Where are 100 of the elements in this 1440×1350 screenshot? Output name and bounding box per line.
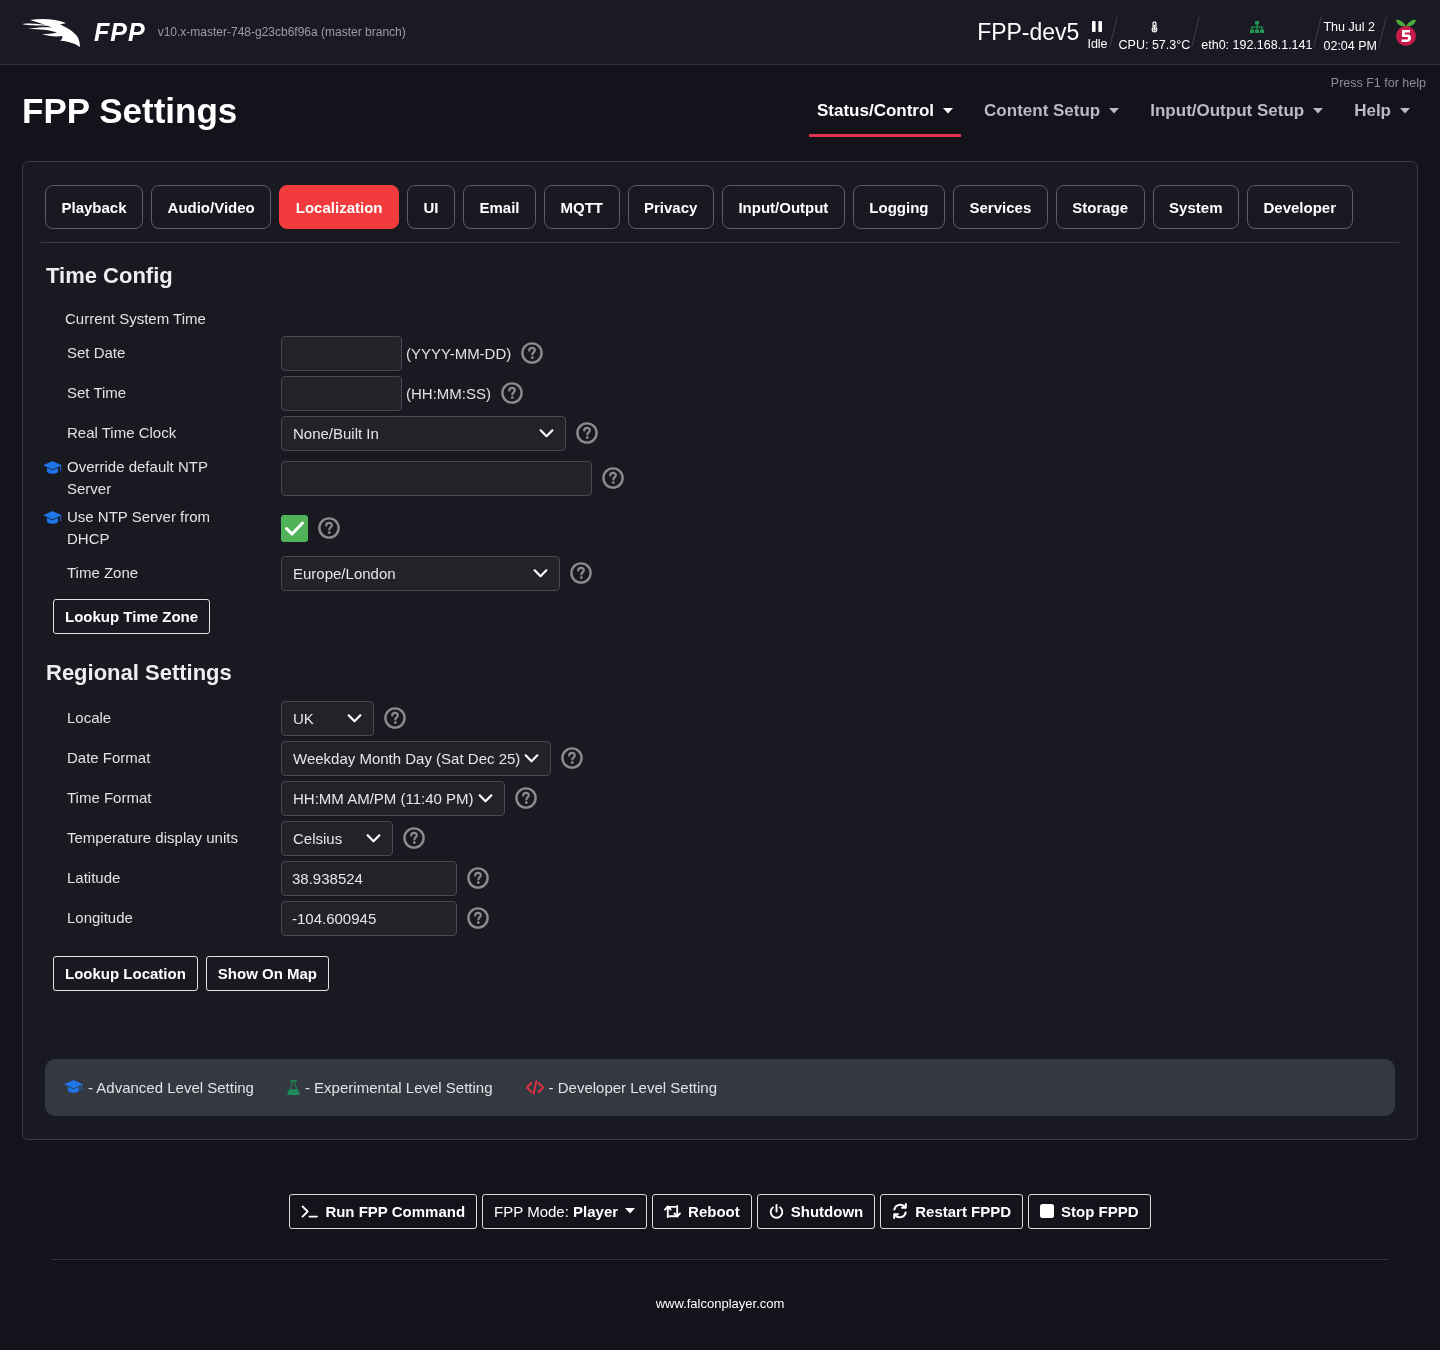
caret-icon: [1313, 108, 1324, 114]
network-icon: [1249, 20, 1264, 33]
chevron-down-icon: [539, 428, 554, 438]
tab[interactable]: Audio/Video: [151, 185, 272, 229]
status-text: eth0: 192.168.1.141: [1201, 37, 1313, 53]
format-hint: (YYYY-MM-DD): [406, 344, 512, 362]
help-icon[interactable]: [501, 382, 523, 404]
legend-text: - Advanced Level Setting: [88, 1078, 254, 1096]
chevron-down-icon: [366, 833, 381, 843]
field-label: Longitude: [67, 907, 134, 928]
help-icon[interactable]: [467, 907, 489, 929]
chevron-down-icon: [477, 793, 493, 803]
control-button[interactable]: Reboot: [652, 1193, 752, 1229]
status-text: Thu Jul 2: [1323, 19, 1375, 35]
field-label: Override default NTP Server: [67, 456, 209, 499]
tab[interactable]: Email: [462, 185, 536, 229]
select-field[interactable]: None/Built In: [281, 415, 566, 451]
field-label: Temperature display units: [67, 827, 239, 848]
input-field[interactable]: [281, 335, 402, 371]
control-button[interactable]: Run FPP Command: [289, 1193, 478, 1229]
input-field[interactable]: [281, 460, 592, 496]
tab[interactable]: System: [1152, 185, 1239, 229]
field-label: Set Time: [67, 382, 128, 403]
section-title: Time Config: [46, 263, 174, 289]
field-label: Locale: [67, 707, 113, 728]
version-text: v10.x-master-748-g23cb6f96a (master branch): [157, 25, 406, 39]
nav-menu[interactable]: Help: [1346, 93, 1418, 137]
sync-icon: [892, 1203, 909, 1219]
pause-icon: [1092, 21, 1103, 32]
field-label: Set Date: [67, 342, 127, 363]
input-field[interactable]: -104.600945: [281, 900, 457, 936]
help-icon[interactable]: [602, 467, 624, 489]
format-hint: (HH:MM:SS): [406, 384, 491, 402]
select-field[interactable]: Celsius: [281, 820, 393, 856]
bird-logo-icon: [22, 19, 80, 47]
chevron-down-icon: [524, 753, 540, 763]
action-button[interactable]: Lookup Location: [53, 955, 198, 991]
page-title: FPP Settings: [22, 91, 238, 131]
code-icon: [525, 1079, 544, 1095]
website-link[interactable]: www.falconplayer.com: [655, 1295, 785, 1311]
tab[interactable]: Privacy: [627, 185, 714, 229]
caret-icon: [943, 108, 954, 114]
control-button[interactable]: Shutdown: [756, 1193, 876, 1229]
legend-text: - Experimental Level Setting: [304, 1078, 493, 1096]
select-field[interactable]: HH:MM AM/PM (11:40 PM): [281, 780, 505, 816]
hostname: FPP-dev5: [977, 18, 1080, 46]
chevron-down-icon: [533, 568, 548, 578]
flask-icon: [286, 1079, 300, 1095]
tab[interactable]: Logging: [852, 185, 945, 229]
subheading: Current System Time: [65, 309, 207, 329]
thermometer-icon: [1150, 20, 1158, 33]
section-title: Regional Settings: [46, 659, 233, 686]
chevron-down-icon: [347, 713, 362, 723]
input-field[interactable]: 38.938524: [281, 860, 457, 896]
help-icon[interactable]: [467, 867, 489, 889]
nav-menu[interactable]: Input/Output Setup: [1142, 93, 1332, 137]
tab[interactable]: UI: [406, 185, 455, 229]
repeat-arrows-icon: [664, 1203, 682, 1219]
input-field[interactable]: [281, 375, 402, 411]
help-icon[interactable]: [384, 707, 406, 729]
help-icon[interactable]: [521, 342, 544, 364]
graduation-cap-icon: [64, 1080, 83, 1094]
select-field[interactable]: Europe/London: [281, 555, 560, 591]
caret-icon: [1400, 108, 1410, 114]
stop-icon: [1040, 1204, 1055, 1218]
help-hint: Press F1 for help: [1329, 75, 1426, 91]
tab[interactable]: Playback: [45, 185, 144, 229]
checkbox[interactable]: [281, 514, 308, 542]
field-label: Real Time Clock: [67, 422, 178, 443]
help-icon[interactable]: [403, 827, 425, 849]
select-field[interactable]: UK: [281, 700, 374, 736]
tab[interactable]: Input/Output: [721, 185, 845, 229]
help-icon[interactable]: [570, 562, 592, 584]
legend-text: - Developer Level Setting: [548, 1078, 717, 1096]
help-icon[interactable]: [561, 747, 584, 769]
status-text: CPU: 57.3°C: [1118, 37, 1191, 53]
select-field[interactable]: Weekday Month Day (Sat Dec 25): [281, 740, 552, 776]
tab[interactable]: MQTT: [544, 185, 620, 229]
nav-menu[interactable]: Content Setup: [976, 93, 1128, 137]
control-button[interactable]: Restart FPPD: [880, 1193, 1024, 1229]
tab[interactable]: Storage: [1055, 185, 1145, 229]
mode-dropdown[interactable]: FPP Mode: Player: [482, 1193, 648, 1229]
tab[interactable]: Localization: [279, 185, 399, 229]
nav-menu[interactable]: Status/Control: [809, 93, 962, 137]
tab[interactable]: Developer: [1247, 185, 1353, 229]
help-icon[interactable]: [576, 422, 598, 444]
raspberry-icon: [1394, 17, 1418, 47]
power-icon: [768, 1203, 784, 1219]
field-label: Time Format: [67, 787, 153, 808]
caret-icon: [1109, 108, 1120, 114]
help-icon[interactable]: [318, 517, 340, 539]
tab[interactable]: Services: [953, 185, 1048, 229]
action-button[interactable]: Lookup Time Zone: [53, 598, 211, 634]
status-text: 02:04 PM: [1323, 38, 1377, 54]
help-icon[interactable]: [514, 787, 537, 809]
control-button[interactable]: Stop FPPD: [1028, 1193, 1151, 1229]
caret-icon: [625, 1208, 636, 1214]
action-button[interactable]: Show On Map: [205, 955, 329, 991]
field-label: Date Format: [67, 747, 152, 768]
status-text: Idle: [1087, 37, 1108, 52]
